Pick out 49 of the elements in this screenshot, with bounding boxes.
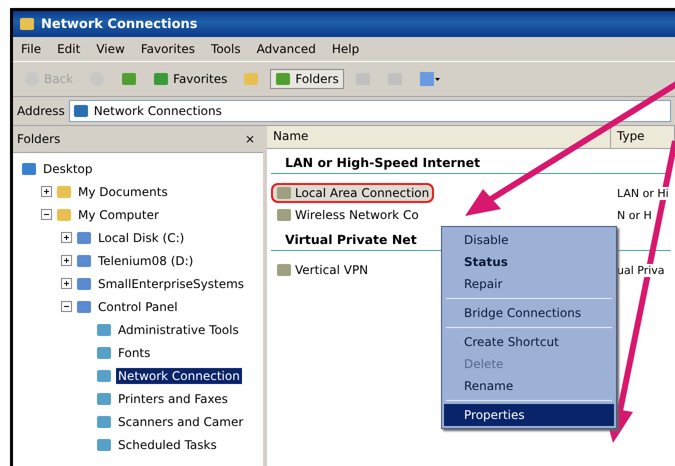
menu-item[interactable]: Properties (444, 404, 614, 426)
menu-item[interactable]: Status (444, 251, 614, 273)
tree-item[interactable]: Desktop (41, 160, 94, 176)
address-label: Address (17, 104, 65, 118)
menu-item[interactable]: Help (332, 42, 360, 56)
toolbar-button[interactable]: Folders (270, 69, 344, 89)
menu-item[interactable]: Favorites (140, 42, 196, 56)
menu-item[interactable]: Advanced (256, 42, 316, 56)
toolbar-button[interactable]: Favorites (148, 69, 232, 89)
tree-item[interactable]: My Documents (76, 184, 170, 200)
menu-item[interactable]: View (96, 42, 125, 56)
collapse-icon[interactable] (61, 301, 72, 312)
menu-item[interactable]: Disable (444, 229, 614, 251)
window-title: Network Connections (41, 16, 198, 32)
tree-item[interactable]: SmallEnterpriseSystems (96, 276, 246, 292)
tree-item[interactable]: Local Disk (C:) (96, 230, 186, 246)
close-button[interactable]: × (244, 132, 255, 146)
tree-item[interactable]: Scanners and Camer (116, 414, 246, 430)
address-field[interactable]: Network Connections (68, 100, 671, 122)
tree-item[interactable]: Network Connection (116, 368, 242, 384)
table-cell: N or H (615, 208, 654, 222)
table-cell: LAN or Hi (615, 186, 671, 200)
connection-item[interactable]: Local Area Connection (271, 183, 434, 203)
menu-item[interactable]: Create Shortcut (444, 331, 614, 353)
menu-item[interactable]: Rename (444, 375, 614, 397)
tree-item[interactable]: Control Panel (96, 298, 180, 314)
views-icon (418, 71, 441, 87)
column-header[interactable]: Name (267, 126, 611, 148)
tree-item[interactable]: Administrative Tools (116, 322, 241, 338)
expand-icon[interactable] (61, 232, 72, 243)
menu-item[interactable]: Repair (444, 273, 614, 295)
tree-item[interactable]: Scheduled Tasks (116, 436, 219, 452)
tree-item[interactable]: Printers and Faxes (116, 390, 230, 406)
expand-icon[interactable] (61, 278, 72, 289)
tree-item[interactable]: Telenium08 (D:) (96, 252, 196, 268)
menu-item[interactable]: Bridge Connections (444, 302, 614, 324)
collapse-icon[interactable] (41, 209, 52, 220)
expand-icon[interactable] (61, 255, 72, 266)
tree-item[interactable]: My Computer (76, 206, 161, 222)
menu-item[interactable]: File (21, 42, 42, 56)
connection-item[interactable]: Vertical VPN (271, 260, 374, 280)
pane-title: Folders (17, 132, 60, 146)
group-heading: LAN or High-Speed Internet (271, 149, 671, 174)
connection-item[interactable]: Wireless Network Co (271, 205, 424, 225)
column-header[interactable]: Type (611, 126, 675, 148)
expand-icon[interactable] (41, 186, 52, 197)
menu-item[interactable]: Tools (211, 42, 241, 56)
menu-item[interactable]: Edit (57, 42, 80, 56)
tree-item[interactable]: Fonts (116, 344, 152, 360)
